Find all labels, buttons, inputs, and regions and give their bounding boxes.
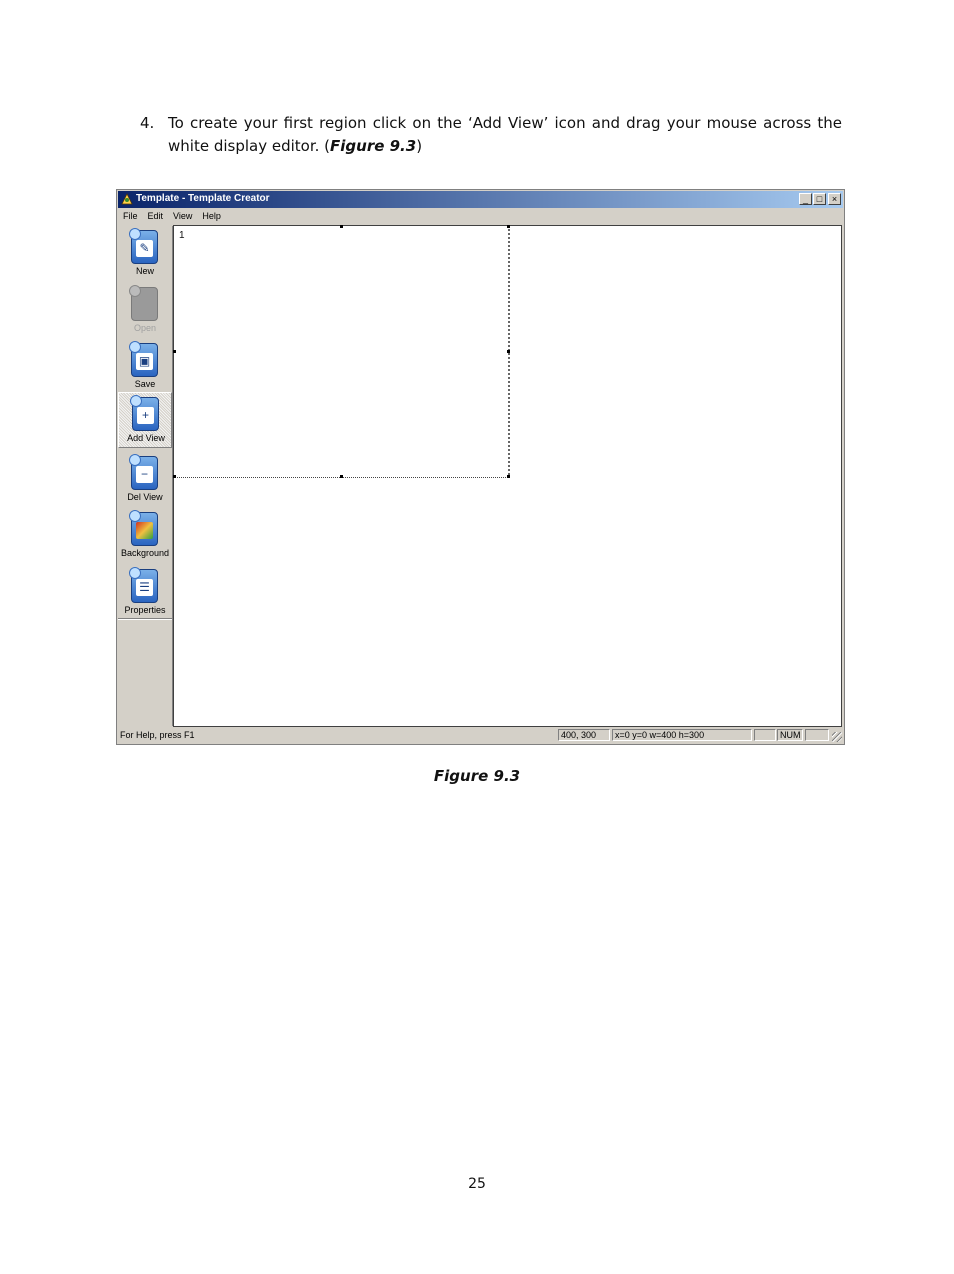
resize-handle-top-right[interactable] [507, 225, 510, 228]
window-title: Template - Template Creator [136, 193, 270, 204]
template-creator-window: Template - Template Creator _ □ × File Ed… [116, 189, 845, 745]
toolbar-divider [118, 618, 172, 620]
add-view-label: Add View [127, 433, 165, 443]
figure-reference: Figure 9.3 [330, 137, 417, 155]
resize-handle-right[interactable] [507, 350, 510, 353]
del-view-label: Del View [127, 492, 163, 502]
properties-icon: ☰ [129, 567, 158, 603]
resize-handle-left[interactable] [173, 350, 176, 353]
close-button[interactable]: × [828, 193, 841, 205]
menu-file[interactable]: File [118, 209, 143, 221]
step-number: 4. [140, 114, 155, 132]
menu-view[interactable]: View [168, 209, 197, 221]
display-editor[interactable]: 1 [173, 225, 842, 727]
status-num: NUM [777, 729, 803, 741]
window-controls: _ □ × [798, 193, 841, 205]
open-icon [129, 285, 158, 321]
background-label: Background [120, 548, 170, 558]
maximize-button[interactable]: □ [813, 193, 826, 205]
del-view-button[interactable]: − Del View [118, 452, 172, 508]
menu-edit[interactable]: Edit [143, 209, 169, 221]
figure-caption: Figure 9.3 [433, 767, 521, 785]
resize-handle-bottom-left[interactable] [173, 475, 176, 478]
open-label: Open [133, 323, 157, 333]
add-view-button[interactable]: + Add View [118, 392, 172, 448]
step-text: To create your first region click on the… [168, 114, 842, 155]
add-view-icon: + [130, 395, 159, 431]
status-empty-cell [754, 729, 776, 741]
menu-bar: File Edit View Help [118, 209, 843, 224]
title-bar[interactable]: Template - Template Creator _ □ × [118, 191, 843, 208]
menu-help[interactable]: Help [197, 209, 226, 221]
instruction-step: 4. To create your first region click on … [140, 112, 842, 158]
resize-handle-bottom[interactable] [340, 475, 343, 478]
save-button[interactable]: ▣ Save [118, 339, 172, 395]
resize-grip-icon[interactable] [832, 732, 842, 742]
page-number: 25 [468, 1176, 486, 1192]
properties-label: Properties [124, 605, 166, 615]
tool-panel: ✎ New Open ▣ Save + Add View − Del View … [118, 226, 173, 726]
status-bar: For Help, press F1 400, 300 x=0 y=0 w=40… [118, 728, 843, 743]
region-number: 1 [179, 230, 185, 241]
new-icon: ✎ [129, 228, 158, 264]
status-help: For Help, press F1 [120, 730, 195, 740]
app-icon [121, 193, 133, 205]
step-text-block: To create your first region click on the… [168, 112, 842, 158]
resize-handle-top[interactable] [340, 225, 343, 228]
minimize-button[interactable]: _ [799, 193, 812, 205]
resize-handle-bottom-right[interactable] [507, 475, 510, 478]
properties-button[interactable]: ☰ Properties [118, 565, 172, 621]
new-label: New [135, 266, 154, 276]
background-icon [129, 510, 158, 546]
save-label: Save [134, 379, 156, 389]
new-button[interactable]: ✎ New [118, 226, 172, 282]
view-region[interactable]: 1 [174, 226, 510, 478]
open-button[interactable]: Open [118, 283, 172, 339]
background-button[interactable]: Background [118, 508, 172, 564]
status-geometry: x=0 y=0 w=400 h=300 [612, 729, 752, 741]
status-scroll-cell [805, 729, 829, 741]
status-size: 400, 300 [558, 729, 610, 741]
del-view-icon: − [129, 454, 158, 490]
step-close-paren: ) [416, 137, 423, 155]
save-icon: ▣ [129, 341, 158, 377]
